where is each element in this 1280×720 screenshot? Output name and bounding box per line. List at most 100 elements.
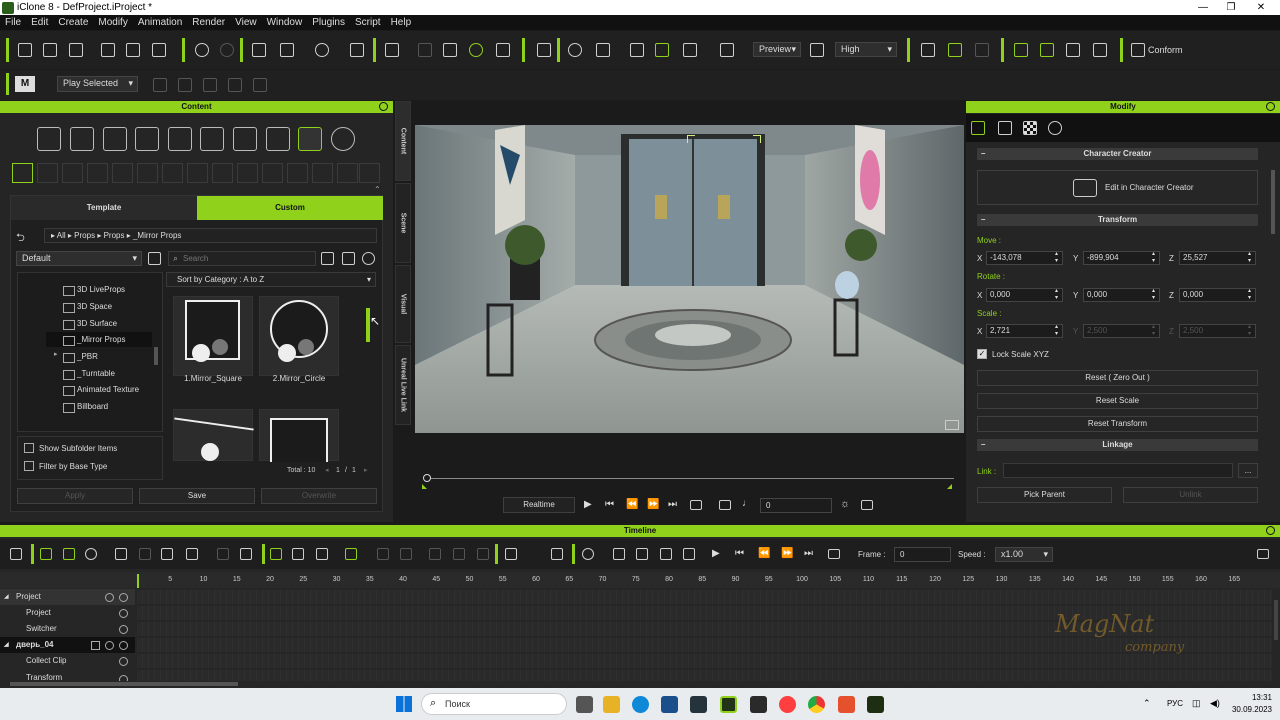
sync-icon[interactable] [115, 548, 127, 560]
unlink-button[interactable]: Unlink [1123, 487, 1258, 503]
audio-note-icon[interactable]: ♩ [742, 498, 752, 509]
reset-transform-button[interactable]: Reset Transform [977, 416, 1258, 432]
zoom-in-icon[interactable] [636, 548, 648, 560]
extend-range-icon[interactable] [316, 548, 328, 560]
3d-viewport[interactable] [415, 125, 964, 433]
section-character-creator[interactable]: Character Creator [977, 148, 1258, 160]
collapse-arrow-icon[interactable]: ◢ [4, 637, 9, 653]
columns-icon[interactable] [551, 548, 563, 560]
viewport-info-icon[interactable] [945, 420, 959, 430]
timeline-h-scrollbar[interactable] [10, 682, 238, 686]
checklist-icon[interactable] [1066, 43, 1080, 57]
zoom-fit-icon[interactable] [660, 548, 672, 560]
next-page-icon[interactable]: ▸ [364, 466, 368, 474]
open-folder-icon[interactable] [43, 43, 57, 57]
minimize-icon[interactable]: — [1189, 0, 1217, 15]
playback-settings-icon[interactable] [861, 500, 873, 510]
pick-parent-button[interactable]: Pick Parent [977, 487, 1112, 503]
delete-key-icon[interactable] [477, 548, 489, 560]
office-icon[interactable] [838, 696, 855, 713]
taskbar-search[interactable]: ⌕ Поиск [421, 693, 567, 715]
usd-export-icon[interactable] [152, 43, 166, 57]
move-icon[interactable] [280, 43, 294, 57]
select-arrow-icon[interactable] [252, 43, 266, 57]
subtype-slot[interactable] [62, 163, 83, 183]
windows-start-icon[interactable] [396, 696, 412, 712]
search-box[interactable]: ⌕ [168, 251, 316, 266]
props-subtype-icon[interactable] [12, 163, 33, 183]
align-icon[interactable] [443, 43, 457, 57]
grid-icon[interactable] [683, 43, 697, 57]
prev-frame-icon[interactable]: ⏪ [626, 499, 638, 510]
timeline-play-icon[interactable]: ▶ [712, 548, 720, 559]
track-lane[interactable] [137, 590, 1272, 604]
bake-icon[interactable] [400, 548, 412, 560]
gear-icon[interactable] [1048, 121, 1062, 135]
filter-icon[interactable] [321, 252, 334, 265]
pivot-icon[interactable] [496, 43, 510, 57]
track-close-icon[interactable] [119, 593, 128, 602]
modify-scrollbar[interactable] [1271, 170, 1275, 234]
subtype-slot[interactable] [312, 163, 333, 183]
undo-icon[interactable] [195, 43, 209, 57]
timeline-end-icon[interactable]: ⏭ [804, 548, 813, 559]
import-icon[interactable] [101, 43, 115, 57]
next-frame-icon[interactable]: ⏩ [647, 499, 659, 510]
break-icon[interactable] [139, 548, 151, 560]
folder-category-icon[interactable] [37, 127, 61, 151]
range-end-marker[interactable] [947, 484, 952, 489]
track-row-switcher[interactable]: Switcher [0, 621, 135, 637]
effects-category-icon[interactable] [331, 127, 355, 151]
item-thumbnail-mirror-circle[interactable] [259, 296, 339, 376]
subtype-slot[interactable] [212, 163, 233, 183]
track-lane[interactable] [137, 654, 1272, 668]
menu-window[interactable]: Window [262, 17, 308, 28]
page-current[interactable]: 1 [336, 467, 340, 474]
store-icon[interactable] [661, 696, 678, 713]
section-linkage[interactable]: Linkage [977, 439, 1258, 451]
visibility-eye-icon[interactable] [469, 43, 483, 57]
tray-arrow-icon[interactable]: ⌃ [1143, 698, 1151, 709]
rotate-icon[interactable] [315, 43, 329, 57]
expand-icon[interactable] [362, 252, 375, 265]
material-checker-icon[interactable] [1023, 121, 1037, 135]
volume-icon[interactable]: ◀) [1210, 698, 1220, 709]
task-view-icon[interactable] [576, 696, 593, 713]
breadcrumb-props-sub[interactable]: Props [104, 231, 125, 240]
props-category-icon[interactable] [298, 127, 322, 151]
cloth-category-icon[interactable] [135, 127, 159, 151]
zoom-out-icon[interactable] [613, 548, 625, 560]
tree-item-turntable[interactable]: _Turntable [63, 367, 115, 381]
overwrite-button[interactable]: Overwrite [261, 488, 377, 504]
tree-item-pbr[interactable]: _PBR [63, 350, 98, 364]
loop-icon[interactable] [690, 500, 702, 510]
video-camera-icon[interactable] [810, 43, 824, 57]
subtype-slot[interactable] [237, 163, 258, 183]
md-tool-icon[interactable] [153, 78, 167, 92]
snap-icon[interactable] [418, 43, 432, 57]
animation-icon[interactable] [998, 121, 1012, 135]
filter-dropdown[interactable]: Default [16, 251, 142, 266]
menu-script[interactable]: Script [350, 17, 386, 28]
subtype-slot[interactable] [287, 163, 308, 183]
network-icon[interactable]: ◫ [1192, 698, 1201, 709]
tree-category-icon[interactable] [266, 127, 290, 151]
track-link-icon[interactable] [91, 641, 100, 650]
stage-category-icon[interactable] [233, 127, 257, 151]
add-icon[interactable] [655, 43, 669, 57]
item-thumbnail-mirror-4[interactable] [259, 409, 339, 462]
new-file-icon[interactable] [18, 43, 32, 57]
motion-director-icon[interactable]: M [15, 76, 35, 92]
preview-dropdown[interactable]: Preview [753, 42, 801, 57]
close-icon[interactable]: ✕ [1247, 0, 1275, 15]
play-mode-dropdown[interactable]: Play Selected [57, 76, 138, 92]
conform-label[interactable]: Conform [1148, 45, 1183, 55]
actor-category-icon[interactable] [70, 127, 94, 151]
range-start-marker[interactable] [422, 484, 427, 489]
edge-icon[interactable] [632, 696, 649, 713]
physics-icon[interactable] [921, 43, 935, 57]
track-visibility-icon[interactable] [105, 593, 114, 602]
drop-to-floor-icon[interactable] [630, 43, 644, 57]
track-close-icon[interactable] [119, 609, 128, 618]
side-tab-visual[interactable]: Visual [395, 265, 411, 343]
